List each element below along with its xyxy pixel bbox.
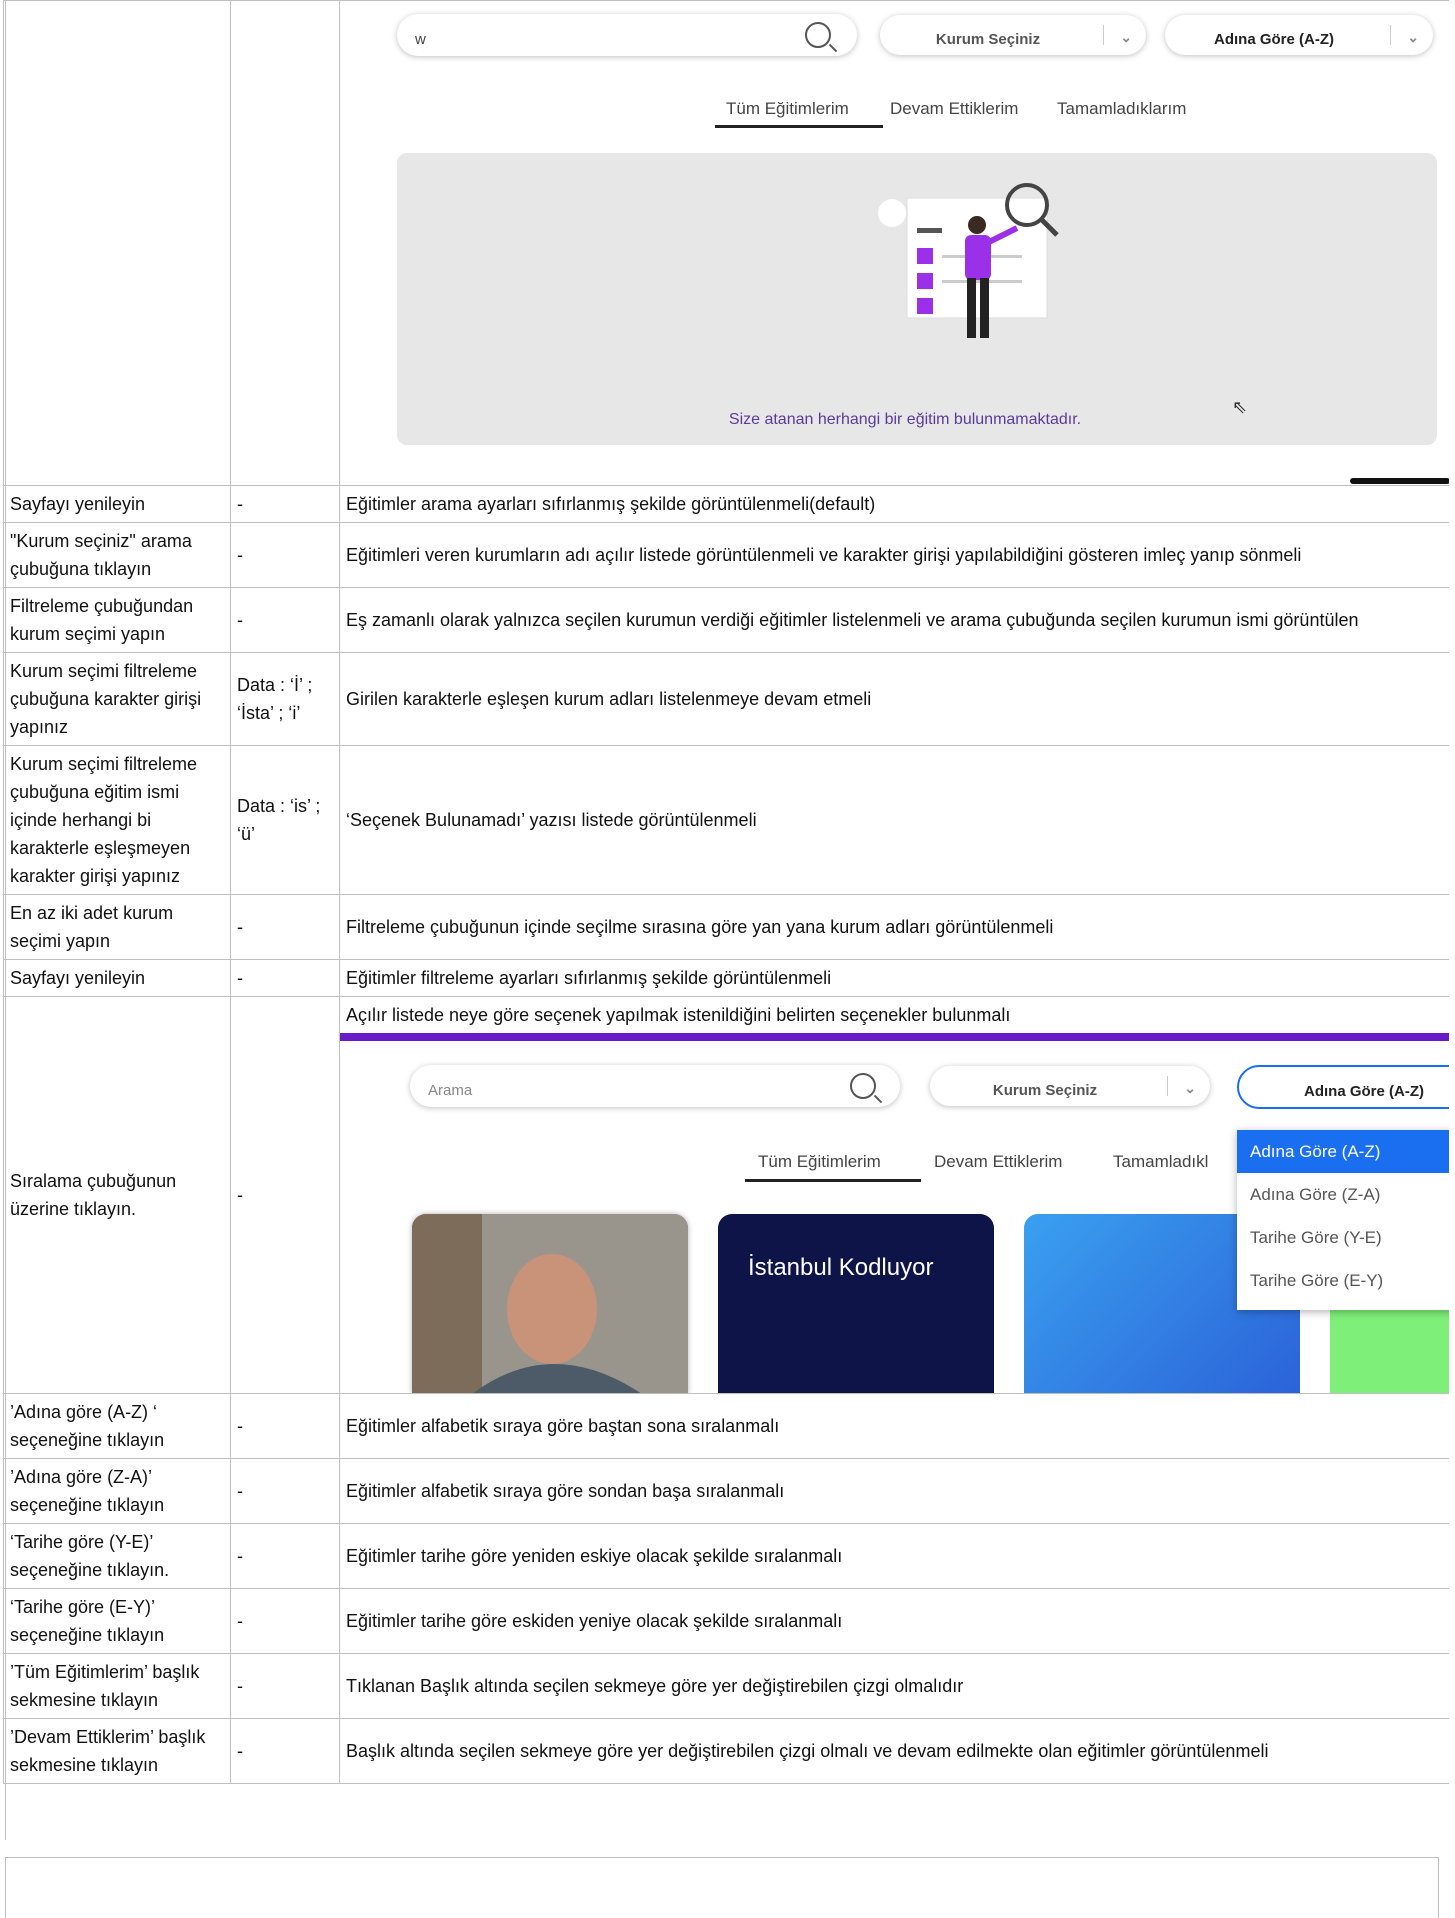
test-case-table: w Kurum Seçiniz ⌄ Adına Göre (A-Z) ⌄ Tüm… (3, 0, 1455, 1784)
sort-select[interactable]: Adına Göre (A-Z) (1237, 1065, 1455, 1109)
search-input[interactable]: Arama (410, 1065, 900, 1107)
tab-all-trainings[interactable]: Tüm Eğitimlerim (726, 95, 849, 123)
sort-option[interactable]: Adına Göre (A-Z) (1237, 1130, 1455, 1173)
institution-select[interactable]: Kurum Seçiniz ⌄ (880, 15, 1146, 55)
table-row: w Kurum Seçiniz ⌄ Adına Göre (A-Z) ⌄ Tüm… (4, 1, 1455, 486)
table-row: Sayfayı yenileyin - Eğitimler arama ayar… (4, 486, 1455, 523)
tab-in-progress[interactable]: Devam Ettiklerim (934, 1148, 1062, 1176)
chevron-down-icon: ⌄ (1407, 23, 1419, 51)
instructor-photo (412, 1214, 688, 1394)
tab-in-progress[interactable]: Devam Ettiklerim (890, 95, 1018, 123)
table-row: ‘Tarihe göre (E-Y)’ seçeneğine tıklayın … (4, 1589, 1455, 1654)
table-row: Sıralama çubuğunun üzerine tıklayın. - A… (4, 997, 1455, 1394)
active-tab-indicator (745, 1179, 921, 1182)
screenshot-empty-state: w Kurum Seçiniz ⌄ Adına Göre (A-Z) ⌄ Tüm… (340, 1, 1455, 486)
cursor-icon: ⇖ (1232, 393, 1247, 421)
table-row: Kurum seçimi filtreleme çubuğuna eğitim … (4, 746, 1455, 895)
table-row: ‘Tarihe göre (Y-E)’ seçeneğine tıklayın.… (4, 1524, 1455, 1589)
sort-option[interactable]: Tarihe Göre (E-Y) (1237, 1259, 1455, 1302)
active-tab-indicator (715, 125, 883, 128)
sort-option[interactable]: Adına Göre (Z-A) (1237, 1173, 1455, 1216)
search-icon (850, 1073, 876, 1099)
search-icon (805, 22, 831, 48)
table-row: "Kurum seçiniz" arama çubuğuna tıklayın … (4, 523, 1455, 588)
sort-select[interactable]: Adına Göre (A-Z) ⌄ (1165, 15, 1433, 55)
tab-completed[interactable]: Tamamladıkl (1113, 1148, 1208, 1176)
table-row: En az iki adet kurum seçimi yapın - Filt… (4, 895, 1455, 960)
tab-completed[interactable]: Tamamladıklarım (1057, 95, 1186, 123)
empty-state-message: Size atanan herhangi bir eğitim bulunmam… (340, 406, 1455, 434)
table-row: ’Adına göre (Z-A)’ seçeneğine tıklayın -… (4, 1459, 1455, 1524)
empty-state-illustration (867, 173, 1087, 373)
tab-all-trainings[interactable]: Tüm Eğitimlerim (758, 1148, 881, 1176)
course-card[interactable] (412, 1214, 688, 1394)
search-input[interactable]: w (397, 14, 857, 56)
sort-dropdown-menu: Adına Göre (A-Z) Adına Göre (Z-A) Tarihe… (1237, 1130, 1455, 1310)
table-row: Filtreleme çubuğundan kurum seçimi yapın… (4, 588, 1455, 653)
next-section-box (5, 1857, 1439, 1918)
course-card[interactable]: İstanbul Kodluyor (718, 1214, 994, 1394)
table-row: Kurum seçimi filtreleme çubuğuna karakte… (4, 653, 1455, 746)
table-row: ’Devam Ettiklerim’ başlık sekmesine tıkl… (4, 1719, 1455, 1784)
table-row: ’Adına göre (A-Z) ‘ seçeneğine tıklayın … (4, 1394, 1455, 1459)
table-row: Sayfayı yenileyin - Eğitimler filtreleme… (4, 960, 1455, 997)
sort-option[interactable]: Tarihe Göre (Y-E) (1237, 1216, 1455, 1259)
table-row: ’Tüm Eğitimlerim’ başlık sekmesine tıkla… (4, 1654, 1455, 1719)
institution-select[interactable]: Kurum Seçiniz ⌄ (930, 1066, 1210, 1106)
screenshot-sort-dropdown: Arama Kurum Seçiniz ⌄ Adına Göre (A-Z) T… (340, 1033, 1455, 1393)
chevron-down-icon: ⌄ (1120, 23, 1132, 51)
empty-state-panel: Size atanan herhangi bir eğitim bulunmam… (397, 153, 1437, 445)
chevron-down-icon: ⌄ (1184, 1074, 1196, 1102)
